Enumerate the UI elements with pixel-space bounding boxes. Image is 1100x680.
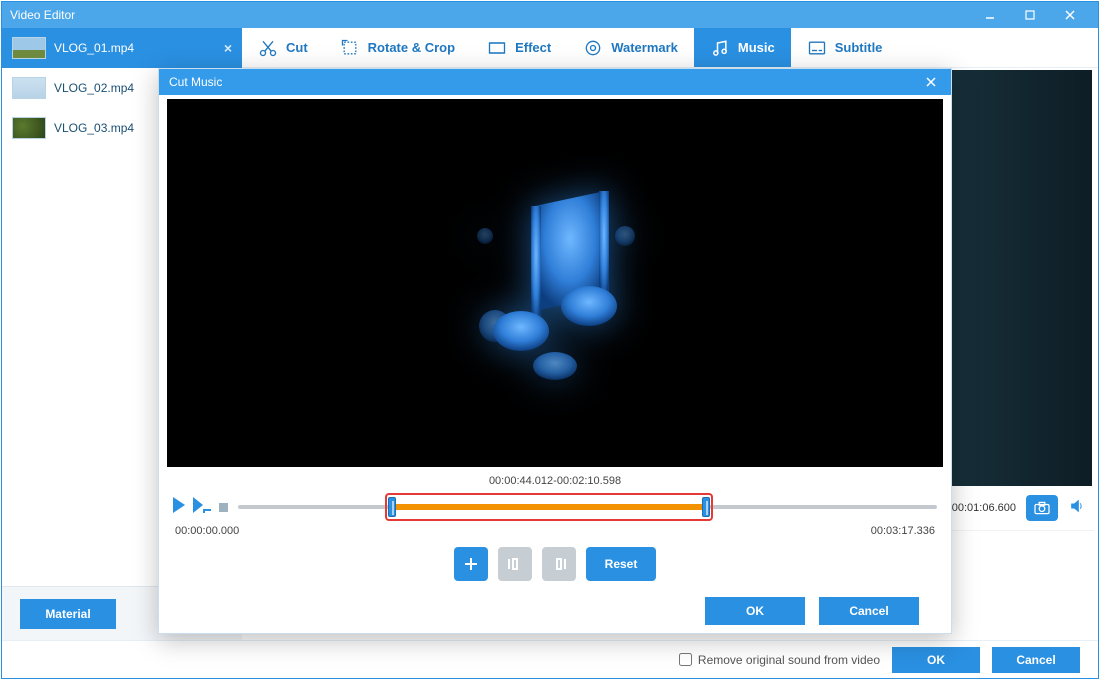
playback-buttons [173,497,228,518]
tool-rotate-crop-label: Rotate & Crop [368,40,455,55]
music-art-icon [167,99,943,467]
selected-range-label: 00:00:44.012-00:02:10.598 [173,475,937,487]
file-name: VLOG_03.mp4 [54,121,134,135]
tool-cut[interactable]: Cut [242,28,324,67]
file-thumbnail [12,37,46,59]
close-button[interactable] [1050,2,1090,28]
tool-subtitle-label: Subtitle [835,40,883,55]
add-segment-button[interactable] [454,547,488,581]
trim-slider[interactable] [238,493,937,521]
tool-watermark[interactable]: Watermark [567,28,694,67]
remove-sound-checkbox[interactable]: Remove original sound from video [679,653,880,667]
remove-sound-input[interactable] [679,653,692,666]
main-cancel-button[interactable]: Cancel [992,647,1080,673]
window-controls [970,2,1090,28]
tool-music-label: Music [738,40,775,55]
dialog-footer: OK Cancel [173,581,937,625]
trim-action-buttons: Reset [173,547,937,581]
tool-toolbar: Cut Rotate & Crop Effect Watermark Music [242,28,1098,68]
tool-cut-label: Cut [286,40,308,55]
stop-button[interactable] [219,503,228,512]
material-button[interactable]: Material [20,599,116,629]
file-name: VLOG_02.mp4 [54,81,134,95]
mark-in-button [498,547,532,581]
tool-watermark-label: Watermark [611,40,678,55]
tool-subtitle[interactable]: Subtitle [791,28,899,67]
play-button[interactable] [173,497,187,518]
tool-effect[interactable]: Effect [471,28,567,67]
minimize-button[interactable] [970,2,1010,28]
tool-music[interactable]: Music [694,28,791,67]
tool-rotate-crop[interactable]: Rotate & Crop [324,28,471,67]
tool-effect-label: Effect [515,40,551,55]
trim-start-handle[interactable] [388,497,396,517]
dialog-ok-button[interactable]: OK [705,597,805,625]
trim-end-handle[interactable] [702,497,710,517]
cut-music-dialog: Cut Music [158,68,952,634]
dialog-title: Cut Music [169,75,222,89]
file-name: VLOG_01.mp4 [54,41,134,55]
preview-timecode: 00:01:06.600 [952,502,1016,514]
play-segment-button[interactable] [193,497,211,518]
dialog-close-button[interactable] [921,72,941,92]
mark-out-button [542,547,576,581]
remove-sound-label: Remove original sound from video [698,653,880,667]
trim-controls: 00:00:44.012-00:02:10.598 [167,467,943,625]
maximize-button[interactable] [1010,2,1050,28]
main-ok-button[interactable]: OK [892,647,980,673]
slider-selection [392,504,707,510]
time-row: 00:00:00.000 00:03:17.336 [173,525,937,537]
main-footer: Remove original sound from video OK Canc… [2,640,1098,678]
file-thumbnail [12,77,46,99]
titlebar: Video Editor [2,2,1098,28]
dialog-cancel-button[interactable]: Cancel [819,597,919,625]
file-tab-active[interactable]: VLOG_01.mp4 × [2,28,242,68]
trim-start-time: 00:00:00.000 [175,525,239,537]
trim-end-time: 00:03:17.336 [871,525,935,537]
trim-row [173,493,937,521]
app-title: Video Editor [10,8,75,22]
snapshot-button[interactable] [1026,495,1058,521]
music-preview [167,99,943,467]
dialog-titlebar: Cut Music [159,69,951,95]
volume-icon[interactable] [1068,498,1086,519]
close-file-icon[interactable]: × [224,40,232,56]
dialog-body: 00:00:44.012-00:02:10.598 [159,95,951,633]
file-thumbnail [12,117,46,139]
reset-button[interactable]: Reset [586,547,656,581]
app-window: Video Editor VLOG_01.mp4 × VLOG_02.mp [1,1,1099,679]
